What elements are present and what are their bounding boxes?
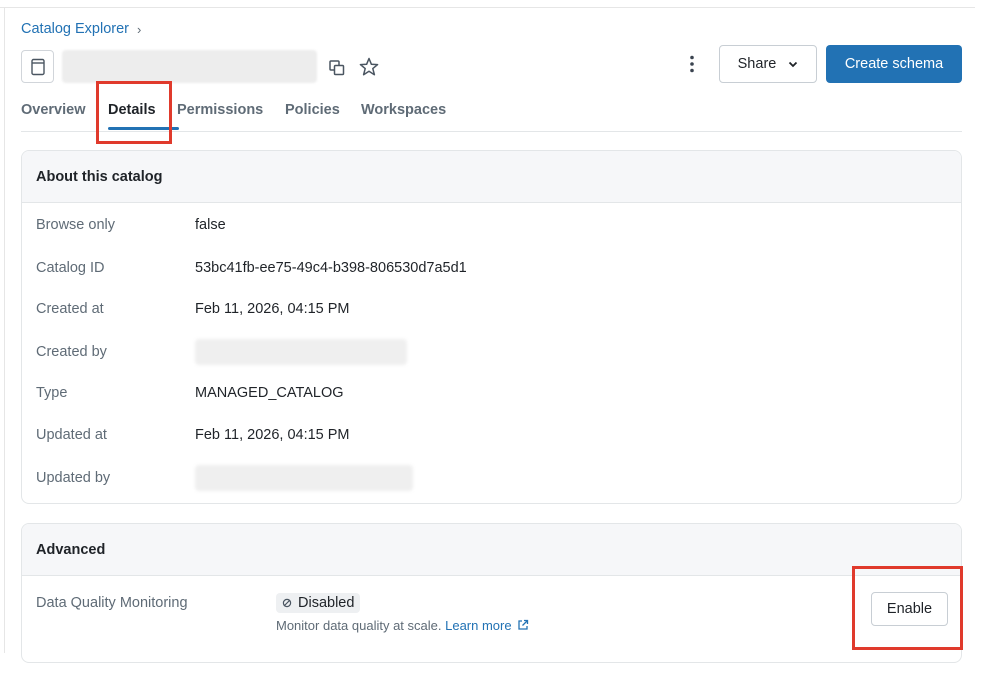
status-badge: Disabled [276,593,361,613]
about-catalog-card: About this catalog Browse only false Cat… [21,150,962,504]
detail-value: Feb 11, 2026, 04:15 PM [195,301,350,317]
create-schema-button[interactable]: Create schema [826,45,962,83]
dq-monitoring-status: Disabled Monitor data quality at scale. … [276,593,529,633]
detail-label: Created by [36,344,107,360]
detail-row-updated-at: Updated at Feb 11, 2026, 04:15 PM [36,427,350,443]
advanced-card: Advanced Data Quality Monitoring Disable… [21,523,962,663]
breadcrumb-catalog-explorer[interactable]: Catalog Explorer [21,21,129,37]
star-icon[interactable] [358,56,380,78]
detail-row-created-by: Created by [36,339,407,365]
kebab-menu-icon[interactable] [683,52,701,76]
learn-more-link[interactable]: Learn more [445,618,529,633]
catalog-icon [21,50,54,83]
created-by-redacted [195,339,407,365]
detail-label: Catalog ID [36,260,105,276]
detail-value: MANAGED_CATALOG [195,385,344,401]
status-badge-label: Disabled [298,595,355,611]
share-button[interactable]: Share [719,45,817,83]
tab-policies[interactable]: Policies [285,102,340,118]
breadcrumb: Catalog Explorer › [21,21,141,37]
detail-row-created-at: Created at Feb 11, 2026, 04:15 PM [36,301,350,317]
detail-label: Updated by [36,470,111,486]
tab-workspaces[interactable]: Workspaces [361,102,446,118]
dq-monitoring-description: Monitor data quality at scale. Learn mor… [276,618,529,633]
detail-label: Created at [36,301,104,317]
detail-value: false [195,217,226,233]
copy-icon[interactable] [327,58,347,78]
detail-row-browse-only: Browse only false [36,217,226,233]
external-link-icon [518,619,529,630]
highlight-box-enable [852,566,963,650]
detail-label: Type [36,385,68,401]
advanced-title: Advanced [22,524,961,576]
catalog-name-redacted [62,50,317,83]
highlight-box-details [96,81,172,144]
left-divider [4,8,5,653]
detail-value: Feb 11, 2026, 04:15 PM [195,427,350,443]
disabled-icon [282,598,292,608]
detail-label: Browse only [36,217,115,233]
detail-label: Updated at [36,427,107,443]
about-catalog-title: About this catalog [22,151,961,203]
tab-permissions[interactable]: Permissions [177,102,263,118]
tab-overview[interactable]: Overview [21,102,86,118]
dq-description-text: Monitor data quality at scale. [276,618,442,633]
detail-row-type: Type MANAGED_CATALOG [36,385,344,401]
dq-monitoring-label: Data Quality Monitoring [36,595,188,611]
breadcrumb-separator: › [137,21,142,37]
updated-by-redacted [195,465,413,491]
top-divider [0,7,975,8]
detail-row-updated-by: Updated by [36,465,413,491]
chevron-down-icon [789,61,798,67]
detail-value: 53bc41fb-ee75-49c4-b398-806530d7a5d1 [195,260,467,276]
detail-row-catalog-id: Catalog ID 53bc41fb-ee75-49c4-b398-80653… [36,260,467,276]
share-button-label: Share [737,56,777,72]
